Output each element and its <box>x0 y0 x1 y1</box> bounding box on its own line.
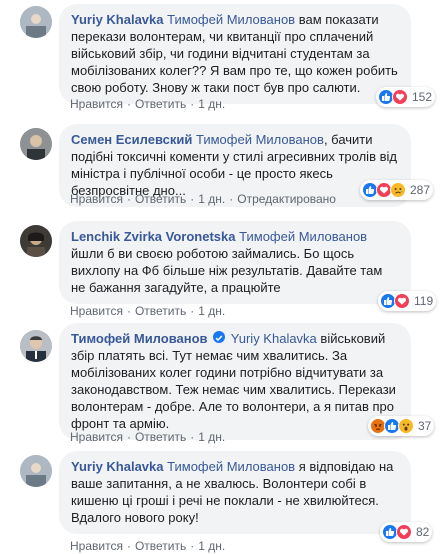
comment-author[interactable]: Lenchik Zvirka Voronetska <box>71 229 236 244</box>
edited-label[interactable]: Отредактировано <box>237 192 336 206</box>
love-icon <box>392 89 408 105</box>
like-link[interactable]: Нравится <box>70 304 123 318</box>
comment-actions: Нравится · Ответить · 1 дн. · Отредактировано <box>70 192 336 206</box>
avatar-photo-icon <box>20 330 52 362</box>
reaction-count: 119 <box>414 294 434 308</box>
like-link[interactable]: Нравится <box>70 539 123 553</box>
reaction-count: 82 <box>416 525 430 539</box>
avatar-photo-icon <box>20 455 52 487</box>
love-icon <box>394 293 410 309</box>
like-link[interactable]: Нравится <box>70 192 123 206</box>
reply-link[interactable]: Ответить <box>135 539 186 553</box>
comment-actions: Нравится · Ответить · 1 дн. <box>70 304 226 318</box>
comment-actions: Нравится · Ответить · 1 дн. <box>70 539 226 553</box>
sad-icon <box>390 182 406 198</box>
avatar-photo-icon <box>20 128 52 160</box>
comment-mention[interactable]: Тимофей Милованов <box>167 12 295 27</box>
comment-actions: Нравится · Ответить · 1 дн. <box>70 97 226 111</box>
avatar[interactable] <box>20 455 52 487</box>
reaction-count: 287 <box>410 183 431 197</box>
reply-link[interactable]: Ответить <box>135 304 186 318</box>
comment-author[interactable]: Yuriy Khalavka <box>71 459 164 474</box>
avatar[interactable] <box>20 128 52 160</box>
comment-time[interactable]: 1 дн. <box>198 539 225 553</box>
comment-author[interactable]: Семен Есилевский <box>71 132 192 147</box>
verified-badge-icon <box>213 331 226 343</box>
wow-icon <box>398 418 414 434</box>
comment-author[interactable]: Yuriy Khalavka <box>71 12 164 27</box>
comment-mention[interactable]: Тимофей Милованов <box>167 459 295 474</box>
love-icon <box>396 524 412 540</box>
reaction-summary[interactable]: 287 <box>360 180 434 200</box>
reaction-count: 37 <box>418 419 432 433</box>
comment-time[interactable]: 1 дн. <box>198 97 225 111</box>
reaction-summary[interactable]: 82 <box>380 522 433 542</box>
reply-link[interactable]: Ответить <box>135 430 186 444</box>
comment-text: військовий збір платять всі. Тут немає ч… <box>71 331 396 431</box>
comment-bubble: Lenchik Zvirka Voronetska Тимофей Милова… <box>59 221 411 304</box>
avatar[interactable] <box>20 225 52 257</box>
avatar-photo-icon <box>20 6 52 38</box>
reply-link[interactable]: Ответить <box>135 192 186 206</box>
comment-bubble: Тимофей Милованов Yuriy Khalavka військо… <box>59 323 411 440</box>
comment-thread: Yuriy Khalavka Тимофей Милованов вам пок… <box>0 0 448 554</box>
avatar[interactable] <box>20 330 52 362</box>
comment-bubble: Yuriy Khalavka Тимофей Милованов вам пок… <box>59 4 411 104</box>
comment-mention[interactable]: Тимофей Милованов <box>239 229 367 244</box>
comment-text: йшли б ви своєю роботою займались. Бо що… <box>71 246 383 295</box>
comment-mention[interactable]: Тимофей Милованов <box>196 132 324 147</box>
comment-bubble: Yuriy Khalavka Тимофей Милованов я відпо… <box>59 451 411 534</box>
comment-author[interactable]: Тимофей Милованов <box>71 331 208 346</box>
reaction-summary[interactable]: 152 <box>376 87 436 107</box>
avatar-photo-icon <box>20 225 52 257</box>
reaction-summary[interactable]: 119 <box>378 291 437 311</box>
like-link[interactable]: Нравится <box>70 97 123 111</box>
comment-actions: Нравится · Ответить · 1 дн. <box>70 430 226 444</box>
like-link[interactable]: Нравится <box>70 430 123 444</box>
reply-link[interactable]: Ответить <box>135 97 186 111</box>
comment-time[interactable]: 1 дн. <box>198 430 225 444</box>
reaction-summary[interactable]: 37 <box>368 416 435 436</box>
comment-mention[interactable]: Yuriy Khalavka <box>231 331 317 346</box>
comment-time[interactable]: 1 дн. <box>198 304 225 318</box>
comment-time[interactable]: 1 дн. <box>198 192 225 206</box>
avatar[interactable] <box>20 6 52 38</box>
reaction-count: 152 <box>412 90 433 104</box>
